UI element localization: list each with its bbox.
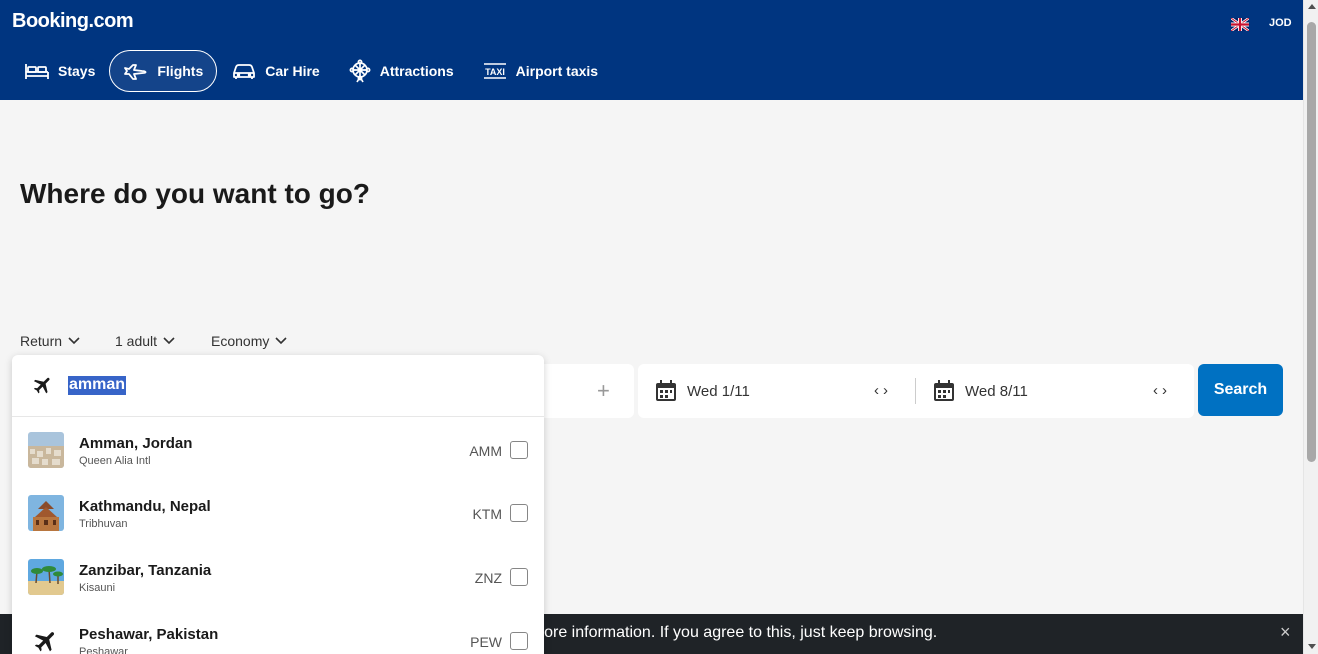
suggestion-code: PEW <box>470 634 502 650</box>
chevron-left-icon[interactable]: ‹ <box>874 382 883 399</box>
car-icon <box>233 64 256 79</box>
search-button[interactable]: Search <box>1198 364 1283 416</box>
bed-icon <box>25 64 49 79</box>
taxi-icon: TAXI <box>483 63 506 79</box>
zanzibar-thumbnail <box>28 559 64 595</box>
suggestion-checkbox[interactable] <box>510 441 528 459</box>
suggestion-airport: Kisauni <box>79 582 116 594</box>
ferris-wheel-icon <box>349 59 371 83</box>
date-divider <box>915 378 916 404</box>
booking-logo[interactable]: Booking.com <box>12 10 134 33</box>
suggestion-airport: Tribhuvan <box>79 518 128 530</box>
nav-stays-label: Stays <box>58 63 96 79</box>
suggestion-airport: Queen Alia Intl <box>79 455 151 467</box>
nav-car-hire-label: Car Hire <box>265 63 320 79</box>
nav-attractions[interactable]: Attractions <box>334 50 468 92</box>
nav-car-hire[interactable]: Car Hire <box>217 50 333 92</box>
main-nav: Stays Flights Car Hire Attractions TAXI … <box>10 50 612 92</box>
currency-selector[interactable]: JOD <box>1269 17 1292 29</box>
kathmandu-thumbnail <box>28 495 64 531</box>
suggestion-checkbox[interactable] <box>510 568 528 586</box>
uk-flag-icon[interactable] <box>1231 18 1249 31</box>
suggestion-name: Zanzibar, Tanzania <box>79 562 212 579</box>
nav-flights[interactable]: Flights <box>109 50 218 92</box>
return-date-stepper[interactable]: ‹› <box>1153 382 1171 399</box>
suggestion-code: AMM <box>469 443 502 459</box>
chevron-down-icon <box>68 337 80 345</box>
passengers-label: 1 adult <box>115 333 158 349</box>
nav-attractions-label: Attractions <box>379 63 454 79</box>
nav-airport-taxis[interactable]: TAXI Airport taxis <box>468 50 612 92</box>
suggestion-item-kathmandu[interactable]: Kathmandu, Nepal Tribhuvan KTM <box>12 481 544 544</box>
suggestion-item-zanzibar[interactable]: Zanzibar, Tanzania Kisauni ZNZ <box>12 545 544 608</box>
depart-date-stepper[interactable]: ‹› <box>874 382 892 399</box>
chevron-down-icon <box>163 337 175 345</box>
origin-input-row: amman <box>12 355 544 417</box>
cabin-class-select[interactable]: Economy <box>211 333 287 349</box>
chevron-right-icon[interactable]: › <box>1162 382 1171 399</box>
passengers-select[interactable]: 1 adult <box>115 333 175 349</box>
suggestion-name: Amman, Jordan <box>79 435 193 452</box>
depart-date-value: Wed 1/11 <box>687 382 750 400</box>
chevron-down-icon <box>275 337 287 345</box>
suggestion-name: Peshawar, Pakistan <box>79 626 219 643</box>
calendar-icon <box>934 380 954 401</box>
amman-thumbnail <box>28 432 64 468</box>
plane-icon <box>124 64 147 80</box>
top-header: Booking.com JOD Stays Flights Car Hire A… <box>0 0 1303 100</box>
chevron-left-icon[interactable]: ‹ <box>1153 382 1162 399</box>
chevron-right-icon[interactable]: › <box>883 382 892 399</box>
add-destination-icon[interactable]: + <box>597 380 610 402</box>
suggestion-code: ZNZ <box>474 570 502 586</box>
cabin-class-label: Economy <box>211 333 270 349</box>
depart-date-field[interactable]: Wed 1/11 <box>655 364 750 418</box>
svg-text:TAXI: TAXI <box>485 67 505 77</box>
scroll-down-icon[interactable] <box>1308 644 1316 649</box>
destination-field[interactable] <box>540 364 634 418</box>
origin-input[interactable]: amman <box>68 376 127 395</box>
close-icon[interactable]: × <box>1280 622 1291 643</box>
return-date-value: Wed 8/11 <box>965 382 1028 400</box>
suggestion-name: Kathmandu, Nepal <box>79 498 211 515</box>
trip-type-label: Return <box>20 333 63 349</box>
suggestion-code: KTM <box>472 506 502 522</box>
plane-icon <box>33 377 50 394</box>
page-scrollbar[interactable] <box>1303 0 1318 654</box>
calendar-icon <box>656 380 676 401</box>
suggestion-airport: Peshawar <box>79 646 128 654</box>
return-date-field[interactable]: Wed 8/11 <box>933 364 1028 418</box>
origin-suggestions-dropdown: amman Amman, Jordan Queen Alia Intl AMM … <box>12 355 544 654</box>
page-title: Where do you want to go? <box>20 178 370 209</box>
nav-stays[interactable]: Stays <box>10 50 109 92</box>
nav-airport-taxis-label: Airport taxis <box>515 63 599 79</box>
suggestion-item-amman[interactable]: Amman, Jordan Queen Alia Intl AMM <box>12 418 544 481</box>
suggestion-checkbox[interactable] <box>510 504 528 522</box>
trip-type-select[interactable]: Return <box>20 333 80 349</box>
suggestion-item-peshawar[interactable]: Peshawar, Pakistan Peshawar PEW <box>12 609 544 654</box>
scrollbar-thumb[interactable] <box>1307 22 1316 462</box>
plane-icon <box>28 623 64 654</box>
nav-flights-label: Flights <box>157 63 204 79</box>
scroll-up-icon[interactable] <box>1308 4 1316 9</box>
suggestion-checkbox[interactable] <box>510 632 528 650</box>
dates-field: Wed 1/11 ‹› Wed 8/11 ‹› <box>638 364 1194 418</box>
